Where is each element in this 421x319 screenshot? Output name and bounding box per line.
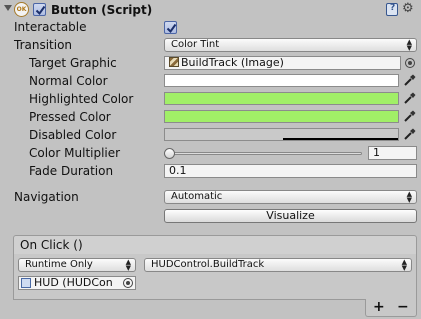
eyedropper-icon[interactable] (403, 73, 417, 87)
highlighted-color-label: Highlighted Color (29, 92, 134, 106)
dropdown-arrows-icon: ▲ ▼ (406, 38, 412, 52)
color-multiplier-slider[interactable] (164, 146, 364, 160)
component-header: OK Button (Script) ? ⚙ (0, 0, 421, 20)
object-picker-icon[interactable] (405, 58, 415, 68)
image-object-icon (169, 57, 179, 67)
highlighted-color-swatch[interactable] (164, 92, 399, 105)
color-multiplier-input[interactable]: 1 (368, 146, 417, 160)
fade-duration-input[interactable]: 0.1 (164, 164, 417, 178)
button-component-icon: OK (14, 2, 29, 17)
function-dropdown[interactable]: HUDControl.BuildTrack ▲ ▼ (144, 258, 412, 272)
component-enabled-checkbox[interactable] (33, 3, 46, 16)
alpha-bar (283, 138, 398, 140)
on-click-header: On Click () (13, 235, 417, 255)
dropdown-arrows-icon: ▲ ▼ (406, 190, 412, 204)
target-graphic-field[interactable]: BuildTrack (Image) (164, 56, 401, 70)
object-picker-icon[interactable] (123, 278, 133, 288)
transition-dropdown[interactable]: Color Tint ▲ ▼ (164, 38, 417, 52)
script-object-icon (21, 278, 31, 288)
on-click-title: On Click () (20, 238, 83, 252)
slider-thumb[interactable] (164, 148, 175, 159)
target-graphic-label: Target Graphic (29, 56, 117, 70)
pressed-color-swatch[interactable] (164, 110, 399, 123)
slider-track (168, 152, 362, 155)
on-click-list: Runtime Only ▲ ▼ HUDControl.BuildTrack ▲ ▼… (13, 254, 417, 300)
normal-color-label: Normal Color (29, 74, 108, 88)
visualize-button[interactable]: Visualize (164, 209, 417, 223)
runtime-mode-value: Runtime Only (25, 259, 93, 270)
component-title: Button (Script) (51, 3, 153, 17)
navigation-dropdown[interactable]: Automatic ▲ ▼ (164, 190, 417, 204)
eyedropper-icon[interactable] (403, 91, 417, 105)
foldout-triangle-icon[interactable] (4, 5, 12, 11)
remove-listener-button[interactable]: − (397, 299, 409, 315)
color-multiplier-label: Color Multiplier (29, 146, 121, 160)
help-book-icon[interactable]: ? (386, 3, 398, 16)
gear-icon[interactable]: ⚙ (402, 1, 414, 17)
target-graphic-value: BuildTrack (Image) (181, 56, 284, 69)
navigation-value: Automatic (171, 191, 223, 202)
transition-label: Transition (14, 38, 73, 52)
disabled-color-label: Disabled Color (29, 128, 117, 142)
fade-duration-label: Fade Duration (29, 164, 114, 178)
interactable-label: Interactable (14, 20, 87, 34)
runtime-mode-dropdown[interactable]: Runtime Only ▲ ▼ (18, 258, 136, 272)
dropdown-arrows-icon: ▲ ▼ (401, 258, 407, 272)
disabled-color-swatch[interactable] (164, 128, 399, 141)
transition-value: Color Tint (171, 39, 220, 50)
function-value: HUDControl.BuildTrack (151, 259, 265, 270)
target-object-field[interactable]: HUD (HUDCon (18, 276, 136, 290)
target-object-value: HUD (HUDCon (34, 276, 113, 289)
dropdown-arrows-icon: ▲ ▼ (125, 258, 131, 272)
navigation-label: Navigation (14, 190, 79, 204)
list-footer: + − (365, 299, 417, 317)
eyedropper-icon[interactable] (403, 109, 417, 123)
interactable-checkbox[interactable] (164, 21, 177, 34)
add-listener-button[interactable]: + (373, 299, 385, 315)
pressed-color-label: Pressed Color (29, 110, 111, 124)
eyedropper-icon[interactable] (403, 127, 417, 141)
normal-color-swatch[interactable] (164, 74, 399, 87)
